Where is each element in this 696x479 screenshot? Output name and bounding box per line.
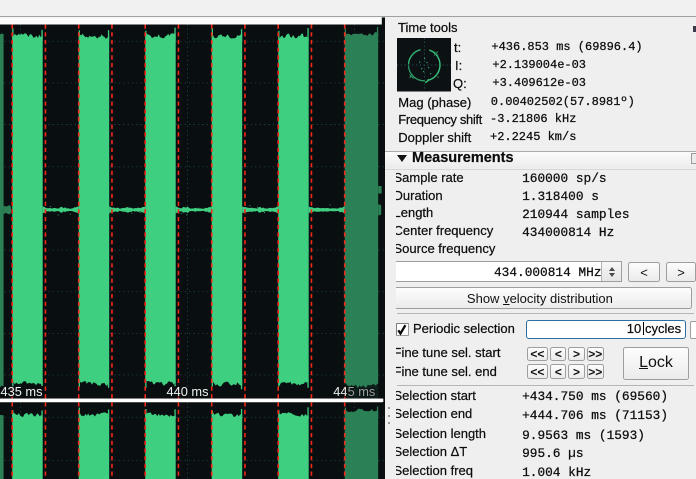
svg-text:44: 44 (333, 384, 347, 399)
svg-text:5 ms: 5 ms (348, 384, 376, 399)
svg-text:435 ms: 435 ms (1, 384, 43, 399)
svg-text:440 ms: 440 ms (167, 384, 209, 399)
